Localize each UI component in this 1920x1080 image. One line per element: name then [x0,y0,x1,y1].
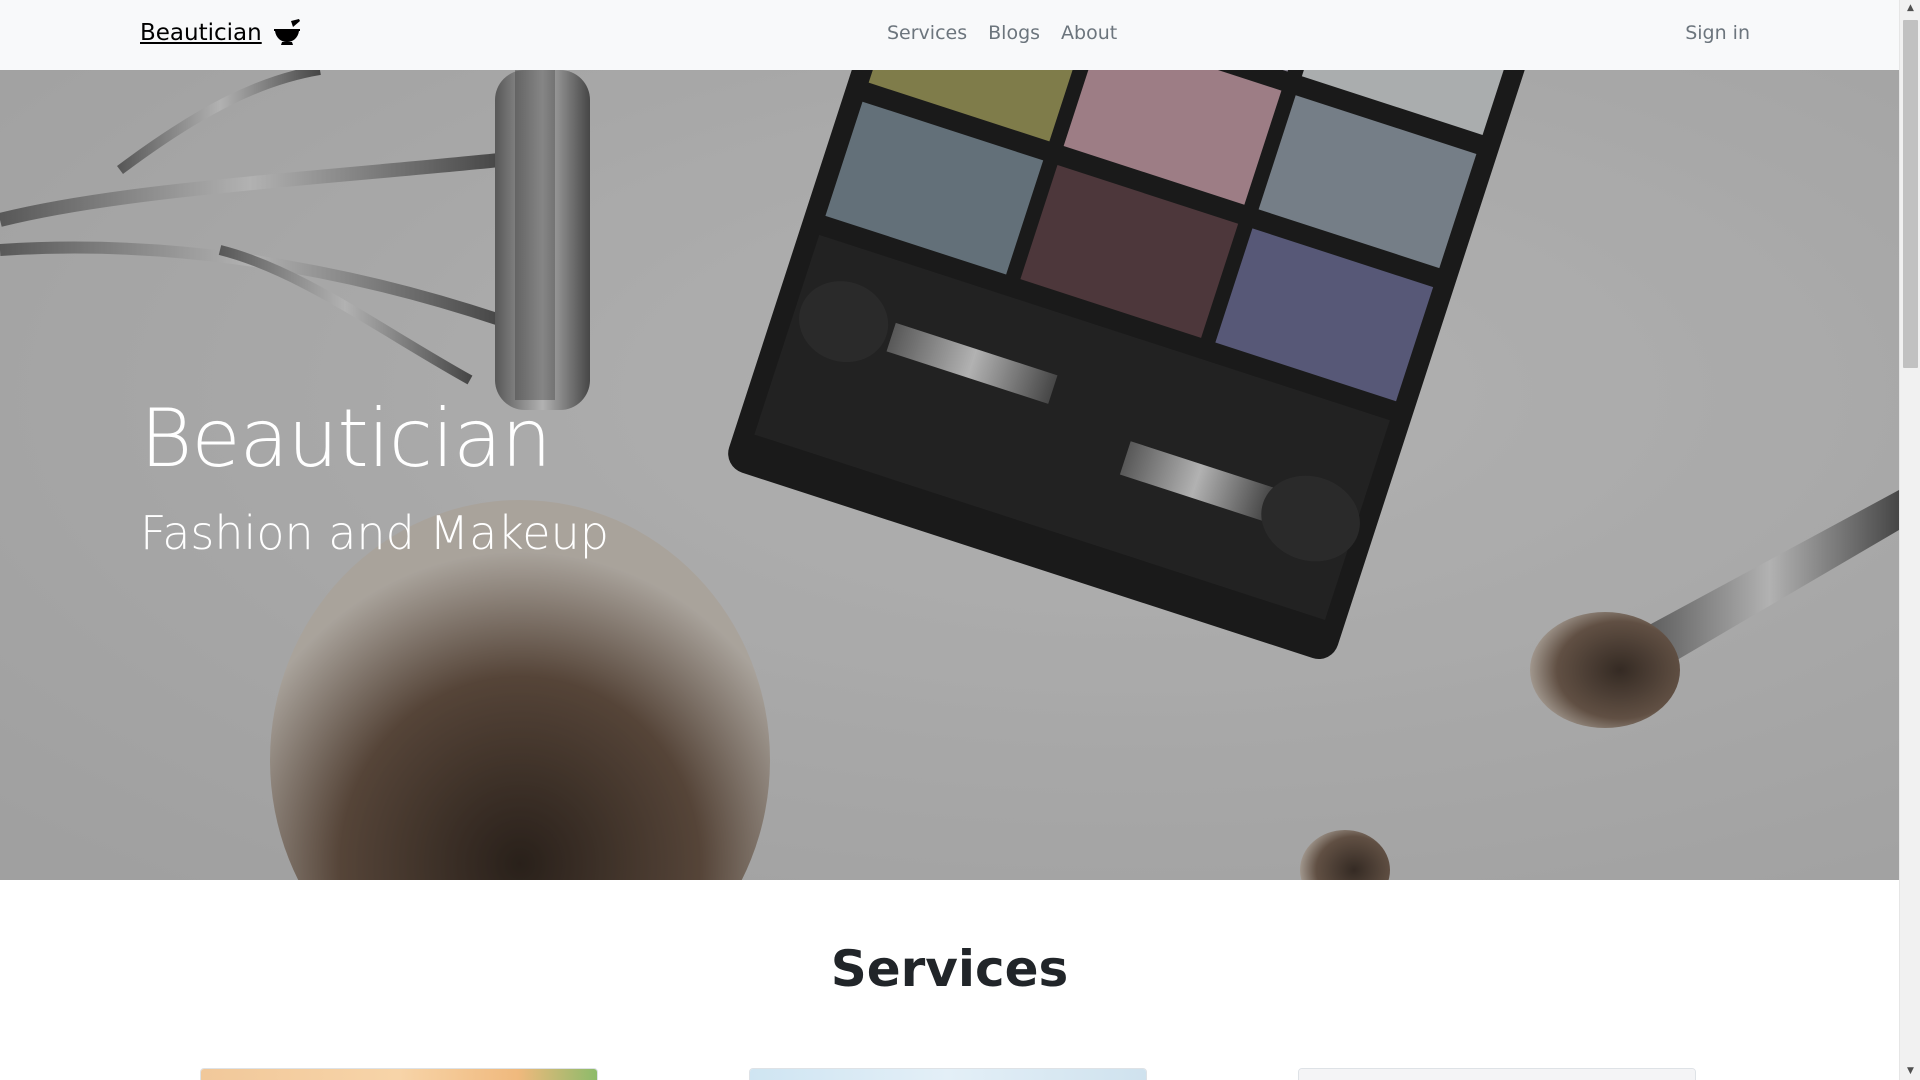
nav-links: Services Blogs About [887,22,1117,44]
service-card[interactable] [749,1068,1147,1080]
nav-link-services[interactable]: Services [887,22,967,44]
mortar-pestle-icon [273,19,300,45]
service-card[interactable] [1298,1068,1696,1080]
hero-section: Beautician Fashion and Makeup [0,70,1899,880]
service-card-image [1299,1069,1695,1080]
scroll-up-arrow-icon[interactable]: ▲ [1900,0,1920,17]
scrollbar-thumb[interactable] [1903,20,1918,368]
vertical-scrollbar[interactable]: ▲ ▼ [1899,0,1920,1080]
scroll-down-arrow-icon[interactable]: ▼ [1900,1063,1920,1080]
service-card-image [201,1069,597,1080]
service-card[interactable] [200,1068,598,1080]
hero-subtitle: Fashion and Makeup [140,506,609,560]
brand-name: Beautician [140,20,262,46]
navbar: Beautician Services Blogs About Sign in [0,0,1899,70]
page: Beautician Services Blogs About Sign in [0,0,1899,1080]
brand-link[interactable]: Beautician [140,18,302,48]
services-heading: Services [830,940,1069,998]
sign-in-link[interactable]: Sign in [1685,22,1750,44]
service-card-image [750,1069,1146,1080]
nav-link-about[interactable]: About [1061,22,1117,44]
hero-title: Beautician [140,392,552,485]
nav-link-blogs[interactable]: Blogs [988,22,1040,44]
